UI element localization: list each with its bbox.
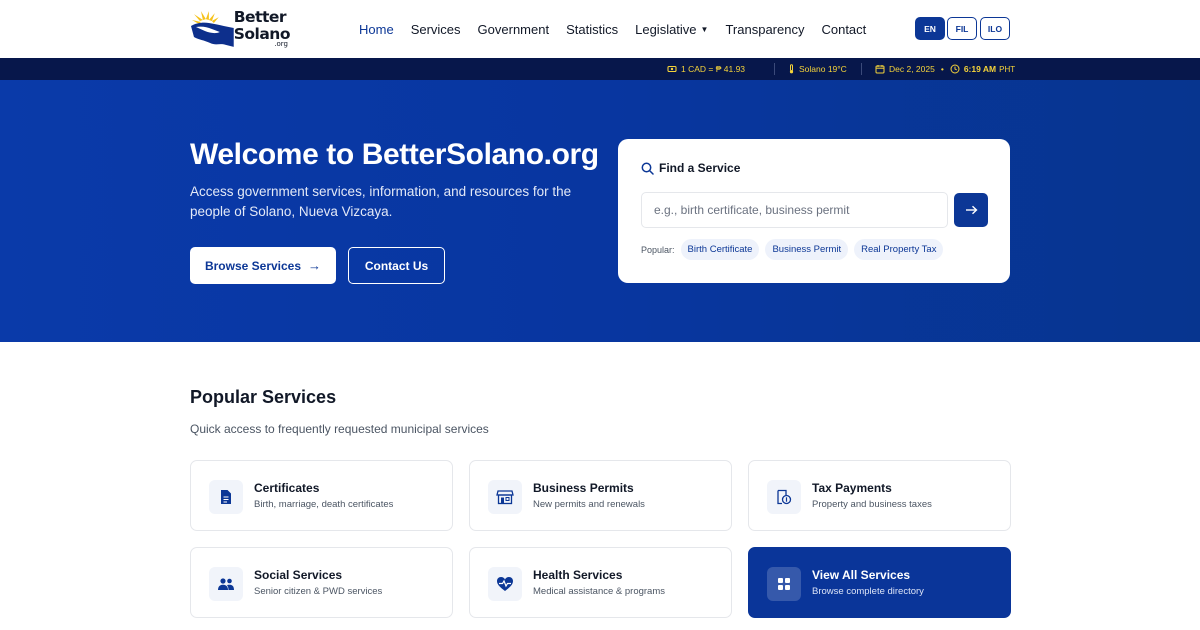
popular-services-title: Popular Services <box>190 387 337 407</box>
card-title: Business Permits <box>533 481 634 495</box>
popular-searches: Popular: Birth Certificate Business Perm… <box>641 239 949 260</box>
clock-icon <box>950 64 960 74</box>
card-description: Medical assistance & programs <box>533 586 665 597</box>
date-text: Dec 2, 2025 <box>889 64 935 74</box>
weather-text: Solano 19°C <box>799 64 847 74</box>
search-icon <box>641 162 654 175</box>
nav-government[interactable]: Government <box>478 22 550 37</box>
arrow-right-icon: → <box>308 258 322 273</box>
card-title: View All Services <box>812 568 911 582</box>
exchange-rate-text: 1 CAD = ₱ 41.93 <box>681 64 746 74</box>
lang-en-button[interactable]: EN <box>915 17 945 40</box>
service-card-social-services[interactable]: Social Services Senior citizen & PWD ser… <box>190 547 453 618</box>
nav-contact[interactable]: Contact <box>821 22 866 37</box>
info-bar: 1 CAD = ₱ 41.93 Solano 19°C Dec 2, 2025 … <box>0 58 1200 80</box>
dot-separator: • <box>940 64 944 74</box>
exchange-rate: 1 CAD = ₱ 41.93 <box>667 58 745 80</box>
service-card-business-permits[interactable]: Business Permits New permits and renewal… <box>469 460 732 531</box>
calendar-icon <box>875 65 885 74</box>
site-header: Better Solano .org Home Services Governm… <box>0 0 1200 58</box>
logo-wordmark: Better Solano .org <box>233 8 291 48</box>
browse-services-button[interactable]: Browse Services → <box>190 247 336 284</box>
search-submit-button[interactable] <box>954 193 988 227</box>
tax-receipt-icon <box>767 480 801 514</box>
hero-title: Welcome to BetterSolano.org <box>190 138 599 171</box>
lang-ilo-button[interactable]: ILO <box>980 17 1010 40</box>
currency-icon <box>667 65 677 73</box>
arrow-right-icon <box>965 205 978 215</box>
service-search-input[interactable] <box>641 192 948 228</box>
browse-services-label: Browse Services <box>204 258 302 273</box>
main-nav: Home Services Government Statistics Legi… <box>359 0 883 58</box>
contact-us-button[interactable]: Contact Us <box>348 247 445 284</box>
card-title: Health Services <box>533 568 623 582</box>
logo-sun-map-icon <box>190 11 234 47</box>
card-description: Browse complete directory <box>812 586 924 597</box>
info-separator <box>774 63 775 75</box>
chip-real-property-tax[interactable]: Real Property Tax <box>854 239 944 260</box>
chip-business-permit[interactable]: Business Permit <box>765 239 849 260</box>
thermometer-icon <box>789 64 794 74</box>
heart-pulse-icon <box>488 567 522 601</box>
logo[interactable]: Better Solano .org <box>190 8 291 48</box>
card-title: Social Services <box>254 568 343 582</box>
popular-label: Popular: <box>641 244 675 255</box>
popular-services-subtitle: Quick access to frequently requested mun… <box>190 422 489 436</box>
chip-birth-certificate[interactable]: Birth Certificate <box>680 239 760 260</box>
nav-home[interactable]: Home <box>359 22 394 37</box>
nav-legislative[interactable]: Legislative ▼ <box>635 22 708 37</box>
card-description: New permits and renewals <box>533 499 645 510</box>
find-service-heading: Find a Service <box>641 161 740 175</box>
find-service-title: Find a Service <box>659 161 741 175</box>
card-description: Senior citizen & PWD services <box>254 586 383 597</box>
nav-statistics[interactable]: Statistics <box>566 22 618 37</box>
people-icon <box>209 567 243 601</box>
document-icon <box>209 480 243 514</box>
service-card-view-all[interactable]: View All Services Browse complete direct… <box>748 547 1011 618</box>
nav-services[interactable]: Services <box>411 22 461 37</box>
grid-icon <box>767 567 801 601</box>
nav-legislative-label: Legislative <box>635 21 697 37</box>
date-time: Dec 2, 2025 • 6:19 AM PHT <box>875 58 1015 80</box>
service-card-health-services[interactable]: Health Services Medical assistance & pro… <box>469 547 732 618</box>
logo-tld: .org <box>274 40 288 48</box>
chevron-down-icon: ▼ <box>700 24 709 34</box>
hero-section: Welcome to BetterSolano.org Access gover… <box>0 80 1200 342</box>
card-description: Birth, marriage, death certificates <box>254 499 394 510</box>
card-description: Property and business taxes <box>812 499 932 510</box>
service-card-certificates[interactable]: Certificates Birth, marriage, death cert… <box>190 460 453 531</box>
service-card-tax-payments[interactable]: Tax Payments Property and business taxes <box>748 460 1011 531</box>
lang-fil-button[interactable]: FIL <box>947 17 977 40</box>
logo-line1: Better <box>233 8 287 26</box>
hero-subtitle: Access government services, information,… <box>190 184 572 219</box>
info-separator <box>861 63 862 75</box>
timezone-text: PHT <box>999 64 1016 74</box>
weather: Solano 19°C <box>788 58 847 80</box>
card-title: Certificates <box>254 481 320 495</box>
nav-transparency[interactable]: Transparency <box>725 22 804 37</box>
find-service-card: Find a Service Popular: Birth Certificat… <box>618 139 1010 283</box>
time-text: 6:19 AM <box>963 64 997 74</box>
card-title: Tax Payments <box>812 481 892 495</box>
store-icon <box>488 480 522 514</box>
